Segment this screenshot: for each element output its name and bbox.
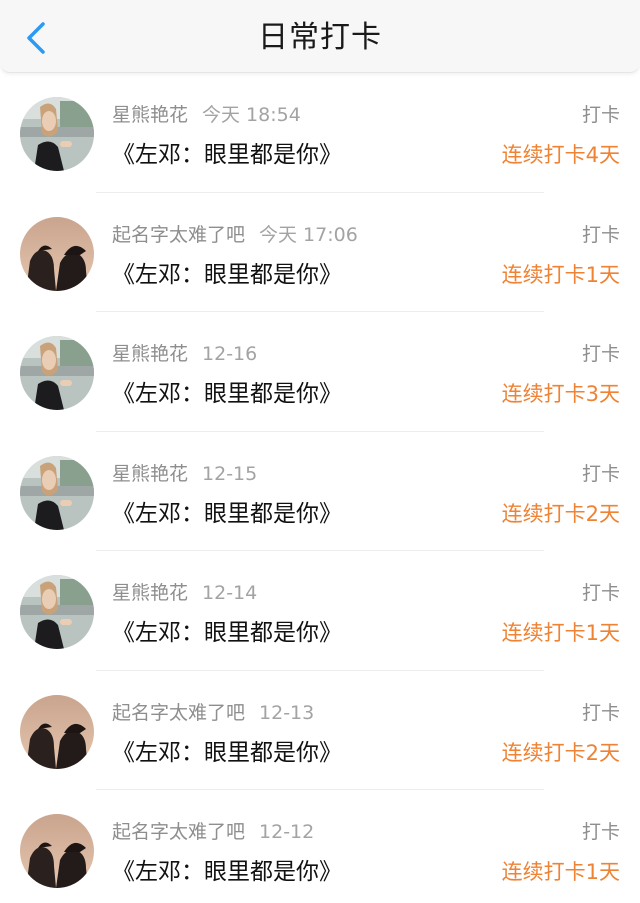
avatar[interactable] bbox=[20, 814, 94, 888]
book-title: 《左邓：眼里都是你》 bbox=[112, 142, 342, 168]
checkin-list: 星熊艳花 今天 18:54 《左邓：眼里都是你》 打卡 连续打卡4天 起名字太难… bbox=[0, 73, 640, 903]
streak-label: 连续打卡4天 bbox=[501, 143, 620, 167]
woman-avatar-icon bbox=[20, 575, 94, 649]
book-title: 《左邓：眼里都是你》 bbox=[112, 859, 342, 885]
list-item[interactable]: 星熊艳花 今天 18:54 《左邓：眼里都是你》 打卡 连续打卡4天 bbox=[0, 73, 640, 193]
book-title: 《左邓：眼里都是你》 bbox=[112, 620, 342, 646]
user-name-text[interactable]: 起名字太难了吧 bbox=[112, 224, 245, 246]
timestamp: 12-12 bbox=[259, 821, 315, 843]
user-name-text[interactable]: 星熊艳花 bbox=[112, 463, 188, 485]
user-name-text[interactable]: 星熊艳花 bbox=[112, 582, 188, 604]
couple-avatar-icon bbox=[20, 694, 94, 769]
timestamp: 今天 18:54 bbox=[202, 104, 301, 126]
user-name[interactable]: 星熊艳花 12-16 bbox=[112, 342, 257, 366]
avatar[interactable] bbox=[20, 336, 94, 410]
streak-label: 连续打卡1天 bbox=[501, 860, 620, 884]
avatar[interactable] bbox=[20, 575, 94, 649]
timestamp: 12-16 bbox=[202, 343, 258, 365]
user-name[interactable]: 星熊艳花 12-15 bbox=[112, 462, 257, 486]
checkin-tag: 打卡 bbox=[581, 343, 620, 365]
streak-label: 连续打卡1天 bbox=[501, 262, 620, 287]
book-title: 《左邓：眼里都是你》 bbox=[112, 381, 342, 407]
page-title: 日常打卡 bbox=[258, 20, 382, 55]
avatar[interactable] bbox=[20, 216, 94, 291]
timestamp: 12-15 bbox=[202, 462, 258, 485]
user-name-text[interactable]: 星熊艳花 bbox=[112, 343, 188, 365]
user-name-text[interactable]: 星熊艳花 bbox=[112, 104, 188, 126]
timestamp: 12-13 bbox=[259, 701, 315, 724]
list-item[interactable]: 起名字太难了吧 12-13 《左邓：眼里都是你》 打卡 连续打卡2天 bbox=[0, 671, 640, 790]
book-title: 《左邓：眼里都是你》 bbox=[112, 739, 342, 766]
checkin-tag: 打卡 bbox=[581, 223, 620, 246]
user-name[interactable]: 星熊艳花 12-14 bbox=[112, 581, 257, 605]
user-name[interactable]: 起名字太难了吧 12-12 bbox=[112, 820, 314, 844]
woman-avatar-icon bbox=[20, 336, 94, 410]
list-item[interactable]: 起名字太难了吧 今天 17:06 《左邓：眼里都是你》 打卡 连续打卡1天 bbox=[0, 193, 640, 312]
checkin-tag: 打卡 bbox=[581, 582, 620, 604]
streak-label: 连续打卡1天 bbox=[501, 621, 620, 645]
nav-bar: 日常打卡 bbox=[0, 0, 640, 73]
user-name[interactable]: 起名字太难了吧 今天 17:06 bbox=[112, 223, 358, 247]
list-item[interactable]: 星熊艳花 12-14 《左邓：眼里都是你》 打卡 连续打卡1天 bbox=[0, 551, 640, 671]
checkin-tag: 打卡 bbox=[581, 462, 620, 485]
list-item[interactable]: 起名字太难了吧 12-12 《左邓：眼里都是你》 打卡 连续打卡1天 bbox=[0, 790, 640, 903]
timestamp: 今天 17:06 bbox=[259, 223, 358, 246]
couple-avatar-icon bbox=[20, 216, 94, 291]
user-name-text[interactable]: 起名字太难了吧 bbox=[112, 821, 245, 843]
avatar[interactable] bbox=[20, 694, 94, 769]
book-title: 《左邓：眼里都是你》 bbox=[112, 261, 342, 288]
streak-label: 连续打卡3天 bbox=[501, 382, 620, 406]
avatar[interactable] bbox=[20, 455, 94, 530]
list-item[interactable]: 星熊艳花 12-16 《左邓：眼里都是你》 打卡 连续打卡3天 bbox=[0, 312, 640, 432]
woman-avatar-icon bbox=[20, 97, 94, 171]
checkin-tag: 打卡 bbox=[581, 821, 620, 843]
couple-avatar-icon bbox=[20, 814, 94, 888]
user-name[interactable]: 星熊艳花 今天 18:54 bbox=[112, 103, 301, 127]
checkin-tag: 打卡 bbox=[581, 701, 620, 724]
streak-label: 连续打卡2天 bbox=[501, 501, 620, 526]
avatar[interactable] bbox=[20, 97, 94, 171]
user-name[interactable]: 起名字太难了吧 12-13 bbox=[112, 701, 314, 725]
list-item[interactable]: 星熊艳花 12-15 《左邓：眼里都是你》 打卡 连续打卡2天 bbox=[0, 432, 640, 551]
woman-avatar-icon bbox=[20, 455, 94, 530]
book-title: 《左邓：眼里都是你》 bbox=[112, 500, 342, 527]
streak-label: 连续打卡2天 bbox=[501, 740, 620, 765]
timestamp: 12-14 bbox=[202, 582, 258, 604]
user-name-text[interactable]: 起名字太难了吧 bbox=[112, 702, 245, 724]
checkin-tag: 打卡 bbox=[581, 104, 620, 126]
